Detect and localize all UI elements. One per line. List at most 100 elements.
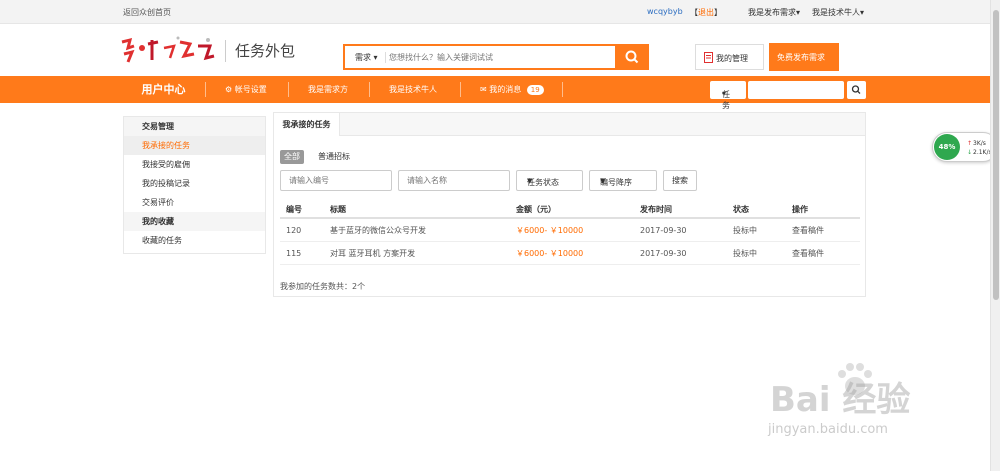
nav-divider (205, 82, 206, 97)
row-title[interactable]: 基于蓝牙的微信公众号开发 (330, 219, 426, 242)
home-link[interactable]: 返回众创首页 (123, 7, 171, 18)
message-count-badge: 19 (526, 84, 544, 95)
publish-demand-label: 免费发布需求 (777, 53, 825, 62)
chevron-down-icon: ▾ (796, 8, 801, 17)
col-amount: 金额（元） (516, 205, 556, 214)
nav-divider (460, 82, 461, 97)
watermark-brand: Bai 经验 (770, 380, 911, 420)
scrollbar[interactable] (990, 0, 1000, 471)
document-icon (704, 52, 713, 63)
watermark: Bai 经验 jingyan.baidu.com (760, 360, 960, 460)
my-manage-label: 我的管理 (716, 54, 748, 63)
col-id: 编号 (286, 205, 302, 214)
download-speed: 2.1K/s (973, 149, 992, 156)
sidebar-item-accepted-hires[interactable]: 我接受的雇佣 (124, 155, 265, 174)
tab-accepted-tasks[interactable]: 我承接的任务 (274, 113, 340, 136)
usage-percent: 48% (934, 134, 960, 160)
table-row: 115 对耳 蓝牙耳机 方案开发 ￥6000- ￥10000 2017-09-3… (280, 242, 860, 265)
row-title[interactable]: 对耳 蓝牙耳机 方案开发 (330, 242, 415, 265)
envelope-icon: ✉ (480, 85, 487, 94)
row-status: 投标中 (733, 226, 757, 235)
number-input[interactable] (280, 170, 392, 191)
nav-divider (369, 82, 370, 97)
sidebar-item-reviews[interactable]: 交易评价 (124, 193, 265, 212)
my-manage-button[interactable]: 我的管理 (695, 44, 764, 70)
publisher-dropdown-label: 我是发布需求 (748, 8, 796, 17)
col-action: 操作 (792, 205, 808, 214)
chevron-down-icon: ▾ (373, 53, 378, 62)
logout-label[interactable]: 退出 (698, 8, 714, 17)
name-input[interactable] (398, 170, 510, 191)
scrollbar-thumb[interactable] (993, 10, 999, 300)
row-status: 投标中 (733, 249, 757, 258)
sidebar-item-submissions[interactable]: 我的投稿记录 (124, 174, 265, 193)
sidebar-item-favorite-tasks[interactable]: 收藏的任务 (124, 231, 265, 250)
arrow-down-icon: ↓ (967, 149, 973, 156)
sidebar-group-trade: 交易管理 (124, 117, 265, 136)
task-count: 我参加的任务数共：2个 (280, 282, 366, 291)
tasks-table: 编号 标题 金额（元） 发布时间 状态 操作 120 基于蓝牙的微信公众号开发 … (280, 201, 860, 265)
tab-bar: 我承接的任务 (274, 113, 865, 136)
row-amount: ￥6000- ￥10000 (516, 249, 584, 258)
nav-tech-talent[interactable]: 我是技术牛人 (389, 76, 437, 103)
sidebar-item-accepted-tasks[interactable]: 我承接的任务 (124, 136, 265, 155)
main-nav: 用户中心 ⚙ 帐号设置 我是需求方 我是技术牛人 ✉ 我的消息 19 任务 ▾ (0, 76, 990, 110)
col-status: 状态 (733, 205, 749, 214)
search-box: 需求 ▾ (343, 44, 649, 70)
top-bar: 返回众创首页 wcqybyb 【退出】 我是发布需求▾ 我是技术牛人▾ (0, 0, 990, 24)
tech-dropdown[interactable]: 我是技术牛人▾ (812, 7, 864, 18)
table-header: 编号 标题 金额（元） 发布时间 状态 操作 (280, 201, 860, 219)
filter-normal-bid[interactable]: 普通招标 (314, 150, 354, 164)
nav-search-type-select[interactable]: 任务 ▾ (710, 81, 746, 110)
nav-demand-side[interactable]: 我是需求方 (308, 76, 348, 103)
publisher-dropdown[interactable]: 我是发布需求▾ (748, 7, 800, 18)
logo-divider (225, 40, 226, 62)
search-icon (625, 50, 639, 64)
nav-messages[interactable]: ✉ 我的消息 19 (480, 76, 544, 103)
order-select[interactable]: 编号降序 ▼ (589, 170, 657, 191)
search-category-dropdown[interactable]: 需求 ▾ (355, 52, 378, 63)
caret-down-icon: ▼ (527, 177, 533, 185)
search-icon (851, 85, 861, 94)
table-row: 120 基于蓝牙的微信公众号开发 ￥6000- ￥10000 2017-09-3… (280, 219, 860, 242)
publish-demand-button[interactable]: 免费发布需求 (769, 43, 839, 71)
sidebar-group-favorites: 我的收藏 (124, 212, 265, 231)
nav-divider (562, 82, 563, 97)
nav-divider (288, 82, 289, 97)
logout-bracket-close: 】 (714, 8, 722, 17)
filter-all[interactable]: 全部 (280, 150, 304, 164)
watermark-url: jingyan.baidu.com (768, 422, 888, 437)
logout-link[interactable]: 【退出】 (690, 7, 722, 18)
nav-messages-label: 我的消息 (489, 85, 522, 94)
logout-bracket-open: 【 (690, 8, 698, 17)
search-separator (385, 52, 386, 63)
view-submission-link[interactable]: 查看稿件 (792, 242, 824, 265)
col-title: 标题 (330, 205, 346, 214)
search-input[interactable] (389, 49, 613, 66)
nav-search-input[interactable] (748, 81, 844, 99)
search-button[interactable] (615, 44, 649, 70)
search-category-label: 需求 (355, 53, 371, 62)
nav-user-center[interactable]: 用户中心 (122, 76, 205, 103)
filter-search-button[interactable]: 搜索 (663, 170, 697, 191)
tech-dropdown-label: 我是技术牛人 (812, 8, 860, 17)
nav-search-button[interactable] (847, 81, 866, 99)
row-id: 115 (286, 249, 302, 258)
col-date: 发布时间 (640, 205, 672, 214)
view-submission-link[interactable]: 查看稿件 (792, 219, 824, 242)
status-select[interactable]: 任务状态 ▼ (516, 170, 583, 191)
caret-down-icon: ▼ (600, 177, 606, 185)
username-link[interactable]: wcqybyb (647, 7, 683, 16)
nav-account-settings[interactable]: ⚙ 帐号设置 (225, 76, 267, 103)
row-date: 2017-09-30 (640, 226, 687, 235)
chevron-down-icon: ▾ (722, 89, 727, 98)
site-header: 任务外包 需求 ▾ 我的管理 免费发布需求 (0, 24, 990, 76)
upload-speed: 3K/s (973, 140, 986, 147)
arrow-up-icon: ↑ (967, 140, 973, 147)
main-panel: 我承接的任务 全部 普通招标 任务状态 ▼ 编号降序 ▼ 搜索 编号 标题 金额… (273, 112, 866, 297)
sidebar: 交易管理 我承接的任务 我接受的雇佣 我的投稿记录 交易评价 我的收藏 收藏的任… (123, 116, 266, 254)
logo-icon[interactable] (118, 34, 220, 68)
nav-account-settings-label: 帐号设置 (234, 85, 267, 94)
network-speed-widget[interactable]: 48% ↑ 3K/s ↓ 2.1K/s (932, 132, 998, 162)
gears-icon: ⚙ (225, 85, 233, 94)
